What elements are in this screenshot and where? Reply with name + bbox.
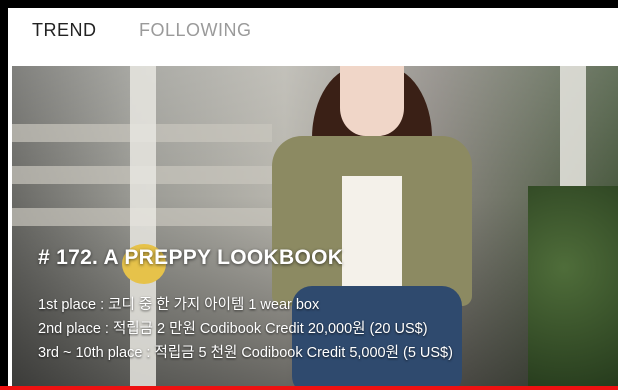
banner-title: # 172. A PREPPY LOOKBOOK xyxy=(38,246,344,269)
prize-line-2: 2nd place : 적립금 2 만원 Codibook Credit 20,… xyxy=(38,321,428,337)
prize-line-1: 1st place : 코디 중 한 가지 아이템 1 wear box xyxy=(38,297,320,313)
contest-banner[interactable]: # 172. A PREPPY LOOKBOOK 1st place : 코디 … xyxy=(12,66,618,390)
accent-bar xyxy=(0,386,618,390)
face xyxy=(340,66,404,136)
tab-following[interactable]: FOLLOWING xyxy=(139,20,252,41)
plant-image xyxy=(528,186,618,390)
tab-trend[interactable]: TREND xyxy=(32,20,97,41)
tank-top xyxy=(342,176,402,286)
tab-bar: TREND FOLLOWING xyxy=(8,8,618,64)
prize-line-3: 3rd ~ 10th place : 적립금 5 천원 Codibook Cre… xyxy=(38,345,453,361)
app-frame: TREND FOLLOWING # 172. A PREPPY LOOKBOOK… xyxy=(8,8,618,390)
